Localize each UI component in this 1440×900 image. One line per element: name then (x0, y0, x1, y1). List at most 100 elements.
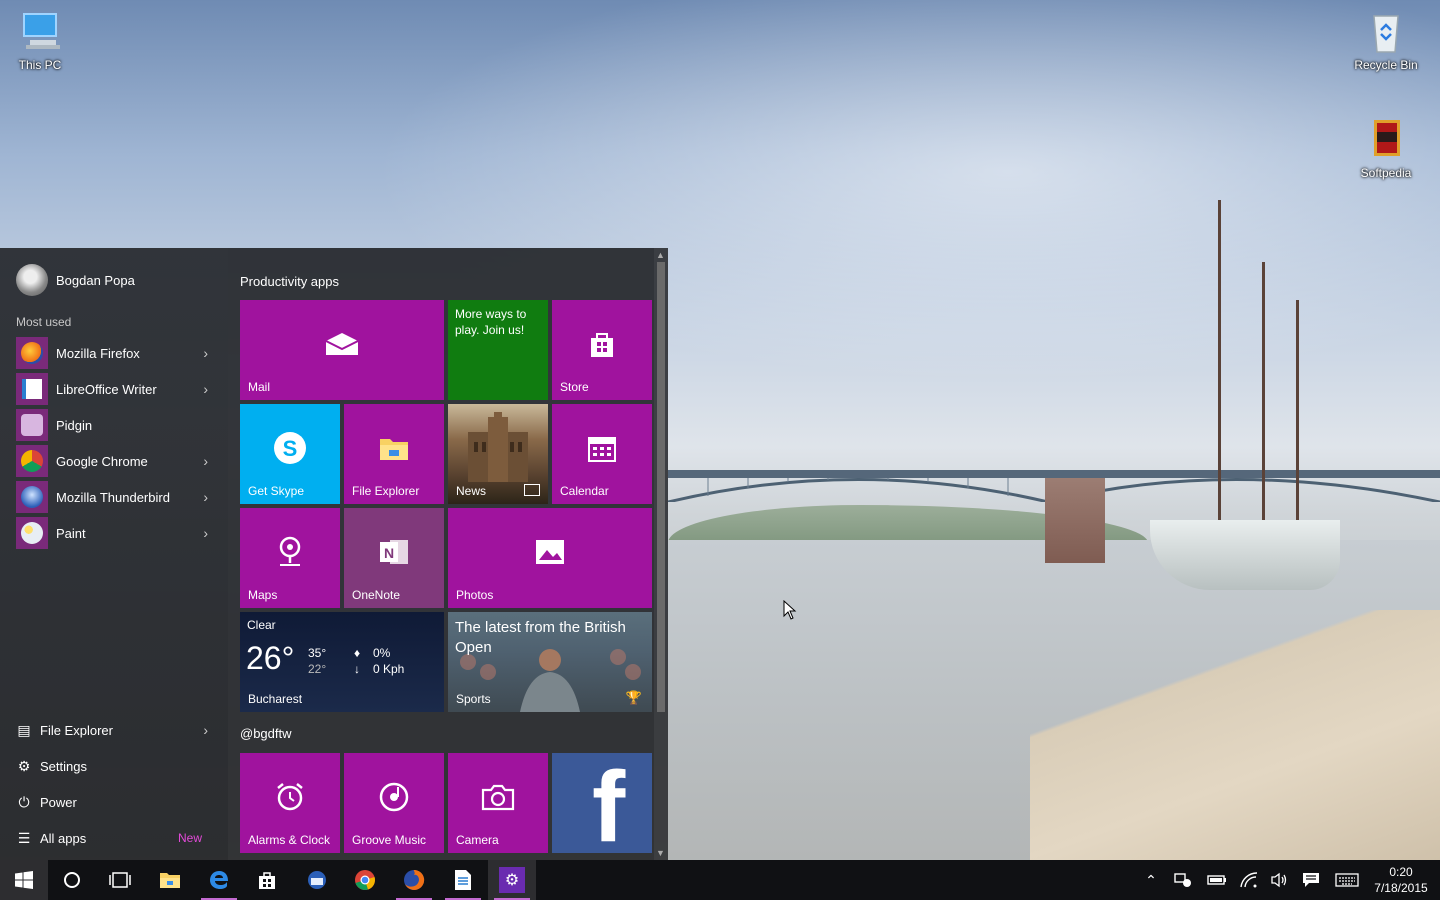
volume-icon[interactable] (1266, 860, 1292, 900)
desktop-icon-recycle-bin[interactable]: Recycle Bin (1346, 10, 1426, 72)
thunderbird-icon (16, 481, 48, 513)
sys-label: All apps (40, 830, 87, 846)
tile-photos[interactable]: Photos (448, 508, 652, 608)
svg-text:S: S (283, 436, 298, 461)
avatar (16, 264, 48, 296)
taskbar-file-explorer[interactable] (146, 860, 194, 900)
app-label: Google Chrome (56, 453, 148, 469)
tile-camera[interactable]: Camera (448, 753, 548, 853)
writer-icon (455, 870, 471, 890)
taskbar-firefox[interactable] (390, 860, 438, 900)
pidgin-icon (16, 409, 48, 441)
power-icon: ⏻ (18, 793, 30, 810)
most-used-pidgin[interactable]: Pidgin (16, 408, 216, 442)
taskbar-chrome[interactable] (341, 860, 389, 900)
most-used-libreoffice-writer[interactable]: LibreOffice Writer › (16, 372, 216, 406)
tile-maps[interactable]: Maps (240, 508, 340, 608)
show-hidden-icons-chevron-icon[interactable]: ⌃ (1140, 860, 1162, 900)
tile-groove-music[interactable]: Groove Music (344, 753, 444, 853)
start-power[interactable]: ⏻ Power (16, 787, 216, 817)
folder-icon: ▤ (17, 721, 31, 738)
desktop-icon-softpedia[interactable]: Softpedia (1346, 118, 1426, 180)
desktop-icon-label: Softpedia (1360, 166, 1412, 180)
tile-label: Sports (456, 692, 491, 706)
tile-calendar[interactable]: Calendar (552, 404, 652, 504)
start-settings[interactable]: ⚙ Settings (16, 751, 216, 781)
weather-low: 22° (308, 662, 327, 676)
tile-group-title[interactable]: @bgdftw (240, 726, 292, 741)
onenote-icon: N (380, 540, 408, 564)
tile-mail[interactable]: Mail (240, 300, 444, 400)
cortana-button[interactable] (48, 860, 96, 900)
folder-icon (160, 873, 180, 888)
tile-alarms-clock[interactable]: Alarms & Clock (240, 753, 340, 853)
taskbar-clock[interactable]: 0:20 7/18/2015 (1366, 864, 1436, 896)
chevron-right-icon[interactable]: › (203, 525, 208, 541)
tile-group-title[interactable]: Productivity apps (240, 274, 339, 289)
start-menu: Bogdan Popa Most used Mozilla Firefox › … (0, 248, 668, 860)
start-menu-left-pane: Bogdan Popa Most used Mozilla Firefox › … (0, 248, 228, 860)
tile-label: OneNote (352, 588, 401, 602)
most-used-mozilla-thunderbird[interactable]: Mozilla Thunderbird › (16, 480, 216, 514)
chevron-right-icon[interactable]: › (203, 381, 208, 397)
scroll-up-icon[interactable]: ▲ (656, 250, 665, 260)
taskbar-store[interactable] (243, 860, 291, 900)
store-bag-icon (591, 333, 613, 357)
weather-city: Bucharest (248, 692, 303, 706)
clock-date: 7/18/2015 (1374, 881, 1428, 895)
battery-icon[interactable] (1204, 860, 1230, 900)
most-used-google-chrome[interactable]: Google Chrome › (16, 444, 216, 478)
firefox-icon (404, 869, 425, 890)
mail-icon (325, 333, 359, 355)
scrollbar-thumb[interactable] (657, 262, 665, 712)
sys-label: File Explorer (40, 722, 113, 738)
tile-label: Mail (248, 380, 271, 394)
scroll-down-icon[interactable]: ▼ (656, 848, 665, 858)
tile-label: Get Skype (248, 484, 305, 498)
chevron-right-icon[interactable]: › (203, 345, 208, 361)
task-view-button[interactable] (96, 860, 144, 900)
taskbar-thunderbird[interactable] (293, 860, 341, 900)
chevron-right-icon[interactable]: › (203, 453, 208, 469)
recycle-bin-icon (1373, 15, 1399, 53)
tile-file-explorer[interactable]: File Explorer (344, 404, 444, 504)
store-bag-icon (259, 872, 275, 889)
taskbar-edge[interactable] (195, 860, 243, 900)
desktop-icon-label: Recycle Bin (1354, 58, 1418, 72)
sys-label: Power (40, 794, 77, 810)
taskbar: ⚙ ⌃ 0:20 7/18/2015 (0, 860, 1440, 900)
taskbar-libreoffice-writer[interactable] (439, 860, 487, 900)
chevron-right-icon[interactable]: › (203, 489, 208, 505)
action-notification-icon[interactable] (1170, 860, 1196, 900)
tile-store[interactable]: Store (552, 300, 652, 400)
tile-label: File Explorer (352, 484, 420, 498)
tile-xbox-promo[interactable]: More ways to play. Join us! (448, 300, 548, 400)
most-used-paint[interactable]: Paint › (16, 516, 216, 550)
sys-label: Settings (40, 758, 87, 774)
start-file-explorer[interactable]: ▤ File Explorer › (16, 715, 216, 745)
start-button[interactable] (0, 860, 48, 900)
start-all-apps[interactable]: ☰ All apps New (16, 823, 216, 853)
tile-sports[interactable]: The latest from the British Open Sports … (448, 612, 652, 712)
chevron-right-icon[interactable]: › (203, 722, 208, 738)
raindrop-icon: ♦ (354, 646, 361, 660)
tile-onenote[interactable]: N OneNote (344, 508, 444, 608)
action-center-icon[interactable] (1298, 860, 1324, 900)
firefox-icon (16, 337, 48, 369)
desktop-icon-this-pc[interactable]: This PC (0, 10, 80, 72)
skype-icon: S (274, 432, 306, 464)
wifi-icon[interactable] (1236, 860, 1262, 900)
tile-news[interactable]: News (448, 404, 548, 504)
start-menu-scrollbar[interactable]: ▲ ▼ (654, 248, 668, 860)
edge-browser-icon (210, 871, 228, 889)
most-used-firefox[interactable]: Mozilla Firefox › (16, 336, 216, 370)
user-account[interactable]: Bogdan Popa (16, 264, 135, 296)
tile-facebook[interactable]: f (552, 753, 652, 853)
tile-weather[interactable]: Clear 26° 35° 22° ♦ ↓ 0% 0 Kph Bucharest (240, 612, 444, 712)
tile-label: Alarms & Clock (248, 833, 331, 847)
tile-get-skype[interactable]: S Get Skype (240, 404, 340, 504)
alarm-clock-icon (277, 783, 303, 811)
taskbar-settings[interactable]: ⚙ (488, 860, 536, 900)
touch-keyboard-icon[interactable] (1332, 860, 1362, 900)
weather-precip: 0% (373, 646, 391, 660)
